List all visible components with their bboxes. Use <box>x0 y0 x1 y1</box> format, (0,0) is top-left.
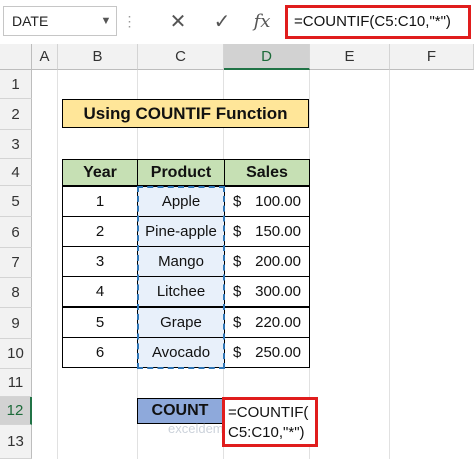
currency-symbol: $ <box>233 283 242 300</box>
currency-symbol: $ <box>233 344 242 361</box>
cell-sales[interactable]: $250.00 <box>224 337 310 368</box>
sheet-title[interactable]: Using COUNTIF Function <box>62 99 309 128</box>
sales-amount: 250.00 <box>255 344 301 361</box>
row-header-13[interactable]: 13 <box>0 425 32 459</box>
cell-sales[interactable]: $220.00 <box>224 307 310 338</box>
referenced-range-highlight <box>137 186 225 369</box>
column-header-d[interactable]: D <box>224 44 310 70</box>
row-header-3[interactable]: 3 <box>0 130 32 159</box>
column-header-f[interactable]: F <box>390 44 474 70</box>
cell-sales[interactable]: $200.00 <box>224 246 310 277</box>
cell-sales[interactable]: $100.00 <box>224 186 310 217</box>
column-header-c[interactable]: C <box>138 44 224 70</box>
cell-year[interactable]: 5 <box>62 307 138 338</box>
sales-amount: 100.00 <box>255 193 301 210</box>
sales-amount: 220.00 <box>255 314 301 331</box>
column-header-e[interactable]: E <box>310 44 390 70</box>
cell-year[interactable]: 4 <box>62 276 138 307</box>
sales-amount: 200.00 <box>255 253 301 270</box>
cell-year[interactable]: 2 <box>62 216 138 247</box>
column-header-b[interactable]: B <box>58 44 138 70</box>
edit-line-1: =COUNTIF( <box>228 404 309 421</box>
row-header-11[interactable]: 11 <box>0 369 32 397</box>
cancel-icon[interactable]: ✕ <box>160 6 196 36</box>
cell-sales[interactable]: $150.00 <box>224 216 310 247</box>
row-header-7[interactable]: 7 <box>0 248 32 278</box>
select-all-corner[interactable] <box>0 44 32 70</box>
row-header-6[interactable]: 6 <box>0 217 32 248</box>
currency-symbol: $ <box>233 253 242 270</box>
cell-year[interactable]: 1 <box>62 186 138 217</box>
currency-symbol: $ <box>233 193 242 210</box>
cell-year[interactable]: 6 <box>62 337 138 368</box>
row-header-4[interactable]: 4 <box>0 159 32 186</box>
row-header-2[interactable]: 2 <box>0 99 32 130</box>
name-box-dropdown-icon[interactable]: ▼ <box>96 6 116 36</box>
row-header-12[interactable]: 12 <box>0 397 32 425</box>
cell-sales[interactable]: $300.00 <box>224 276 310 307</box>
header-sales[interactable]: Sales <box>224 159 310 186</box>
formula-input[interactable]: =COUNTIF(C5:C10,"*") <box>285 5 471 39</box>
currency-symbol: $ <box>233 314 242 331</box>
row-header-8[interactable]: 8 <box>0 278 32 308</box>
sales-amount: 300.00 <box>255 283 301 300</box>
formula-bar-separator-icon: ⋮ <box>122 12 137 29</box>
sales-amount: 150.00 <box>255 223 301 240</box>
column-header-a[interactable]: A <box>32 44 58 70</box>
enter-icon[interactable]: ✓ <box>204 6 240 36</box>
row-header-5[interactable]: 5 <box>0 186 32 217</box>
insert-function-icon[interactable]: fx <box>244 6 280 36</box>
row-header-10[interactable]: 10 <box>0 339 32 369</box>
header-product[interactable]: Product <box>137 159 225 186</box>
formula-edit-cell[interactable]: =COUNTIF( C5:C10,"*") <box>222 397 318 447</box>
edit-line-2: C5:C10,"*") <box>228 424 305 441</box>
currency-symbol: $ <box>233 223 242 240</box>
header-year[interactable]: Year <box>62 159 138 186</box>
row-header-9[interactable]: 9 <box>0 308 32 339</box>
row-header-1[interactable]: 1 <box>0 70 32 99</box>
cell-year[interactable]: 3 <box>62 246 138 277</box>
